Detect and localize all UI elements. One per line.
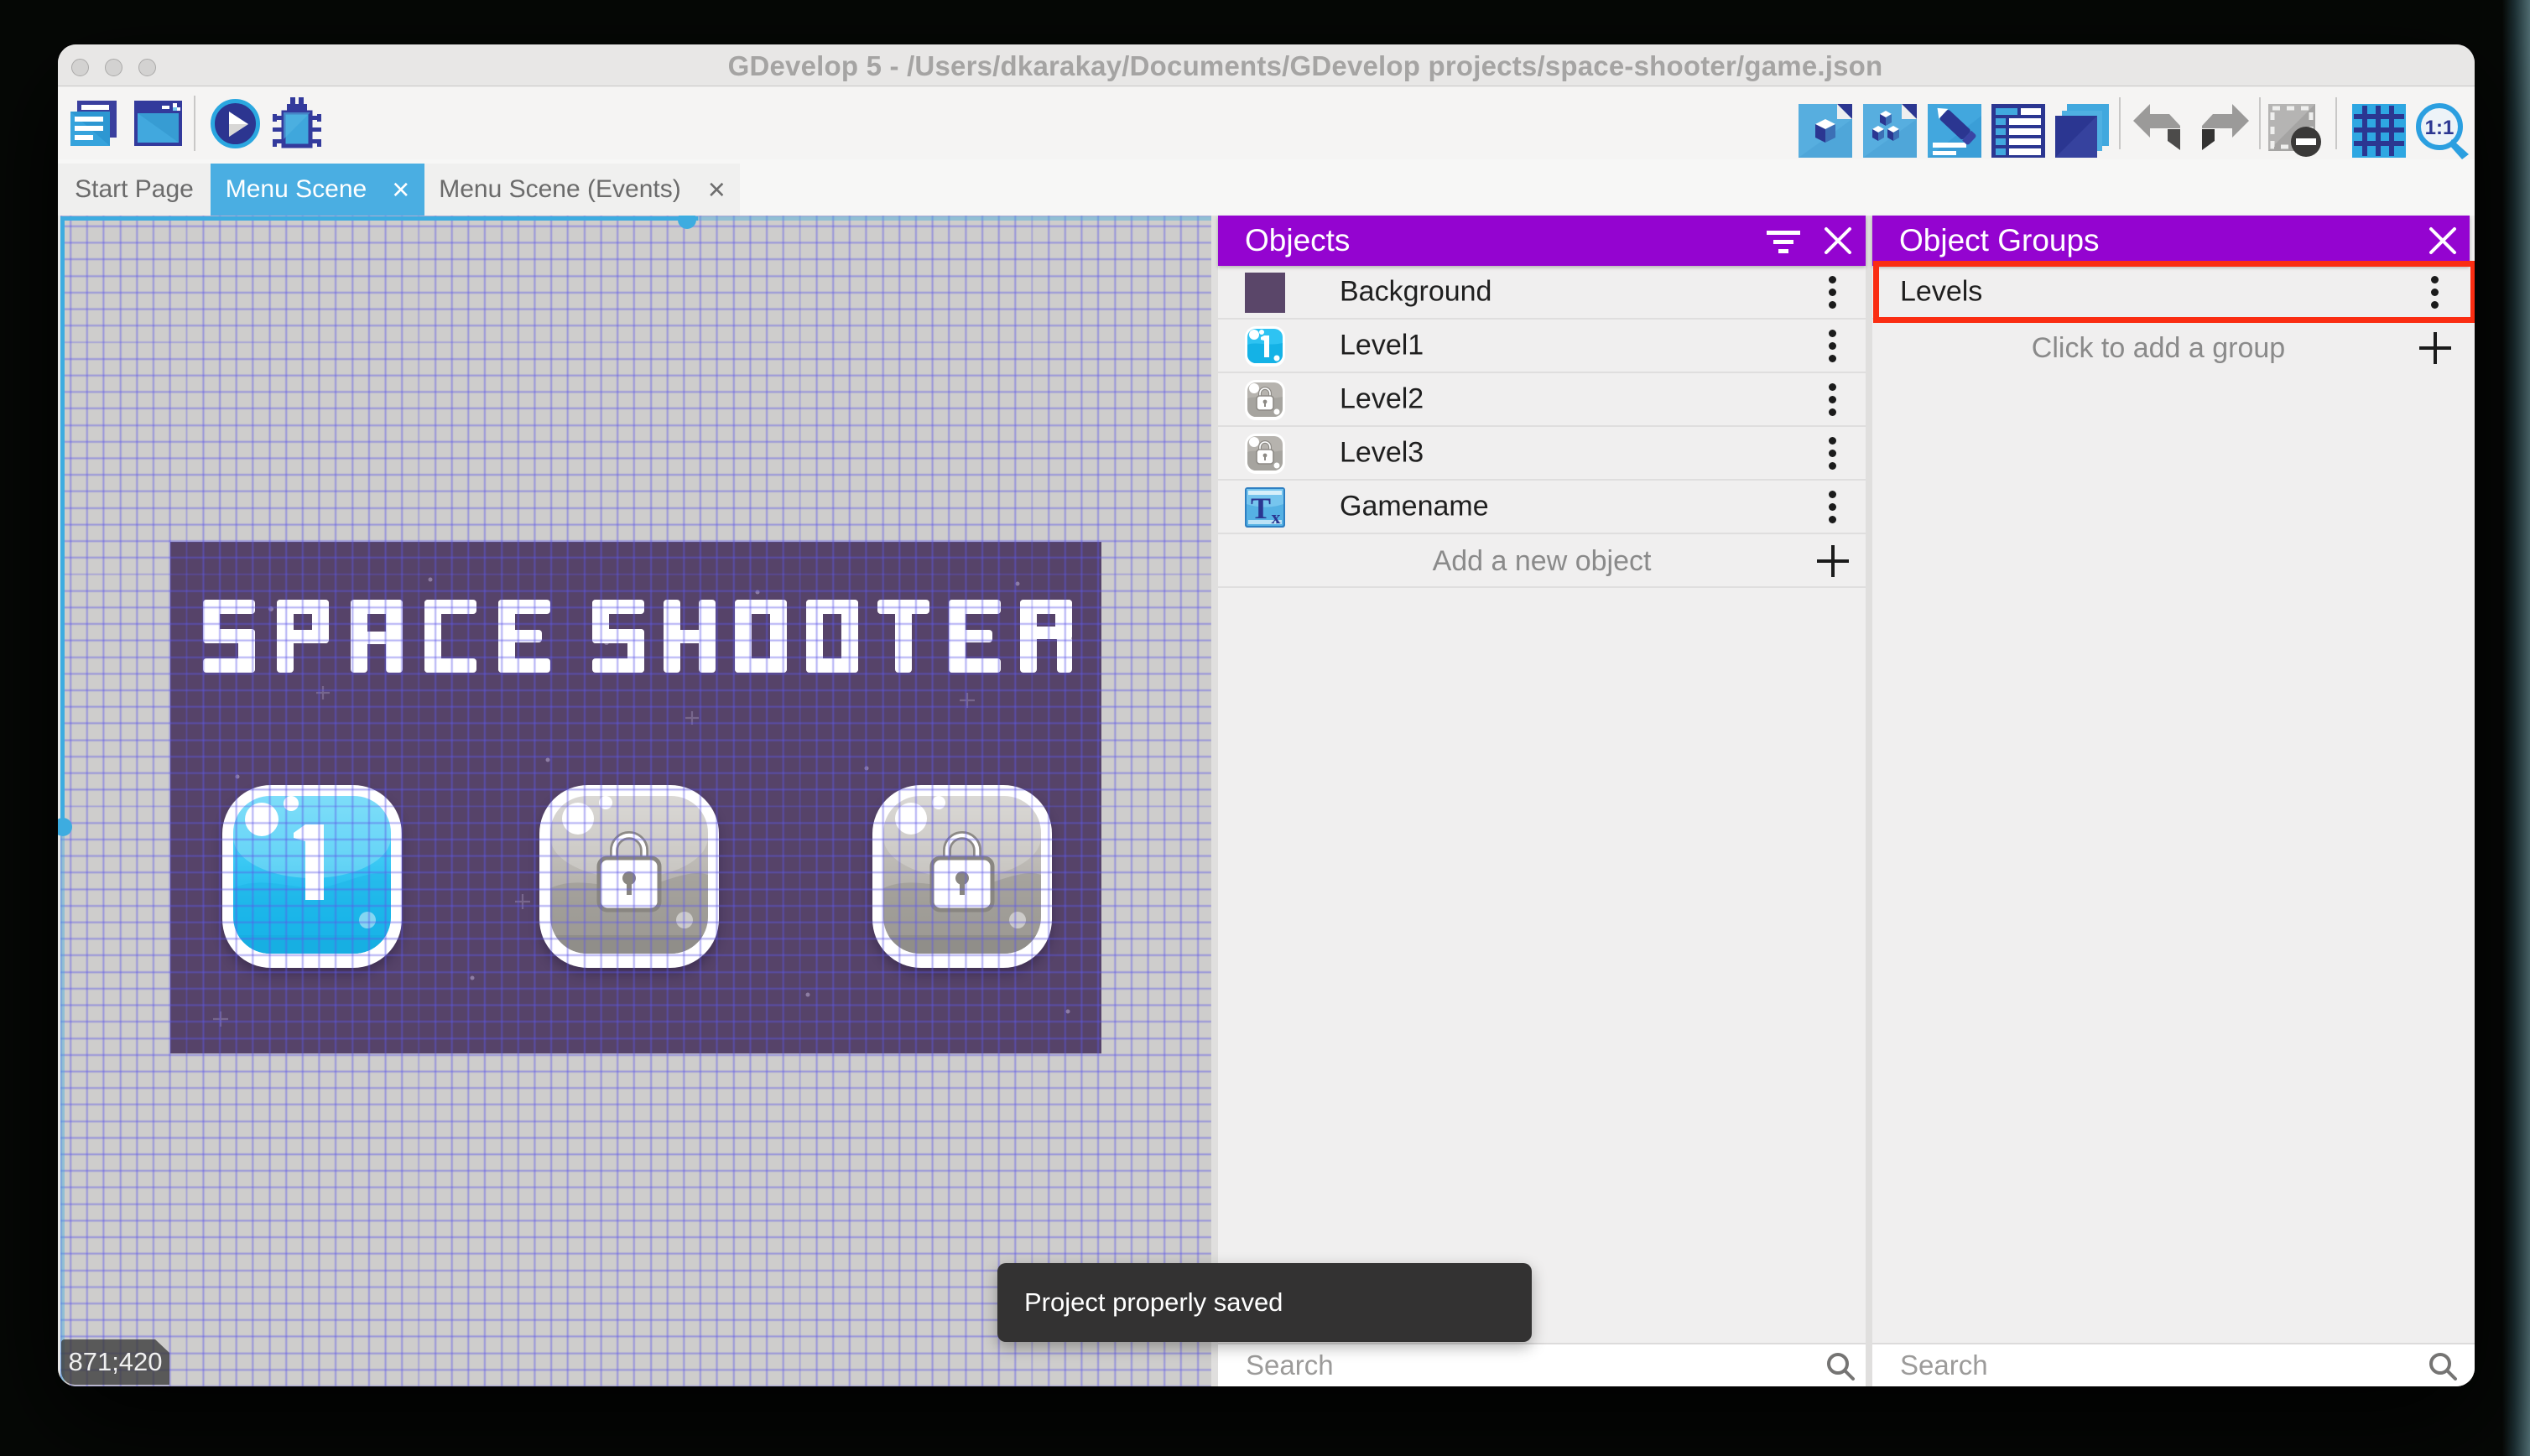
svg-text:x: x (1272, 507, 1281, 528)
svg-text:1:1: 1:1 (2425, 117, 2455, 139)
svg-text:T: T (1251, 491, 1271, 525)
